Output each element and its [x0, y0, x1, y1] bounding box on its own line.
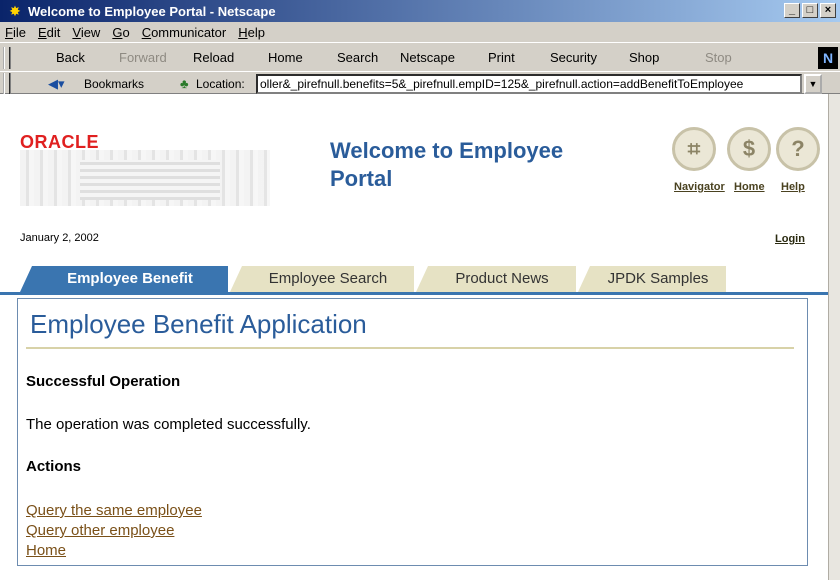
location-toolbar-grip[interactable]: [3, 73, 11, 95]
navigator-link[interactable]: Navigator: [674, 181, 725, 193]
window-titlebar[interactable]: ✸ Welcome to Employee Portal - Netscape …: [0, 0, 840, 22]
portal-tabs: Employee Benefit Employee Search Product…: [20, 266, 828, 292]
portal-title-line2: Portal: [330, 166, 393, 191]
search-button[interactable]: Search: [337, 50, 378, 65]
home-icon[interactable]: $: [727, 127, 771, 171]
toolbar-grip[interactable]: [3, 47, 11, 69]
menu-bar: File Edit View Go Communicator Help: [0, 22, 840, 42]
current-date: January 2, 2002: [20, 232, 99, 244]
vertical-scrollbar[interactable]: [828, 94, 840, 580]
shop-button[interactable]: Shop: [629, 50, 659, 65]
title-divider: [26, 347, 794, 349]
browser-toolbar: Back Forward Reload Home Search Netscape…: [0, 42, 840, 95]
security-button[interactable]: Security: [550, 50, 597, 65]
tab-product-news[interactable]: Product News: [416, 266, 576, 292]
banner-image: [20, 150, 270, 206]
menu-go[interactable]: Go: [112, 25, 129, 40]
tab-jpdk-samples[interactable]: JPDK Samples: [578, 266, 726, 292]
location-dropdown-button[interactable]: ▼: [804, 74, 822, 94]
actions-heading: Actions: [26, 458, 82, 475]
application-title: Employee Benefit Application: [30, 309, 367, 339]
bookmarks-button[interactable]: Bookmarks: [84, 77, 144, 91]
portal-title-line1: Welcome to Employee: [330, 138, 564, 163]
maximize-button[interactable]: □: [802, 3, 818, 18]
close-button[interactable]: ×: [820, 3, 836, 18]
query-other-employee-link[interactable]: Query other employee: [26, 522, 174, 539]
menu-view[interactable]: View: [72, 25, 100, 40]
status-message: The operation was completed successfully…: [26, 416, 311, 433]
location-toolbar: ◀▾ Bookmarks ♣ Location: oller&_pirefnul…: [0, 71, 840, 95]
navigation-toolbar: Back Forward Reload Home Search Netscape…: [0, 45, 840, 71]
window-title: Welcome to Employee Portal - Netscape: [28, 3, 276, 19]
tab-underline: [0, 292, 828, 295]
reload-button[interactable]: Reload: [193, 50, 234, 65]
stop-button[interactable]: Stop: [705, 50, 732, 65]
tab-employee-benefit[interactable]: Employee Benefit: [20, 266, 228, 292]
menu-communicator[interactable]: Communicator: [142, 25, 227, 40]
forward-button[interactable]: Forward: [119, 50, 167, 65]
location-url-input[interactable]: oller&_pirefnull.benefits=5&_pirefnull.e…: [256, 74, 802, 94]
bookmarks-icon[interactable]: ◀▾: [48, 76, 65, 92]
menu-edit[interactable]: Edit: [38, 25, 60, 40]
help-icon[interactable]: ?: [776, 127, 820, 171]
benefit-panel: Employee Benefit Application Successful …: [17, 298, 808, 566]
menu-file[interactable]: File: [5, 25, 26, 40]
tab-employee-search[interactable]: Employee Search: [230, 266, 414, 292]
status-heading: Successful Operation: [26, 373, 181, 390]
login-link[interactable]: Login: [775, 233, 805, 245]
navigator-icon[interactable]: ⌗: [672, 127, 716, 171]
location-label: Location:: [196, 77, 245, 91]
window-controls: _ □ ×: [784, 3, 836, 18]
portal-title: Welcome to Employee Portal: [330, 137, 650, 193]
page-proxy-icon[interactable]: ♣: [180, 76, 189, 91]
home-action-link[interactable]: Home: [26, 542, 66, 559]
query-same-employee-link[interactable]: Query the same employee: [26, 502, 202, 519]
netscape-logo-icon[interactable]: N: [818, 47, 838, 69]
print-button[interactable]: Print: [488, 50, 515, 65]
home-link[interactable]: Home: [734, 181, 765, 193]
netscape-app-icon: ✸: [9, 3, 21, 19]
menu-help[interactable]: Help: [238, 25, 265, 40]
netscape-button[interactable]: Netscape: [400, 50, 455, 65]
help-link[interactable]: Help: [781, 181, 805, 193]
home-button[interactable]: Home: [268, 50, 303, 65]
minimize-button[interactable]: _: [784, 3, 800, 18]
back-button[interactable]: Back: [56, 50, 85, 65]
